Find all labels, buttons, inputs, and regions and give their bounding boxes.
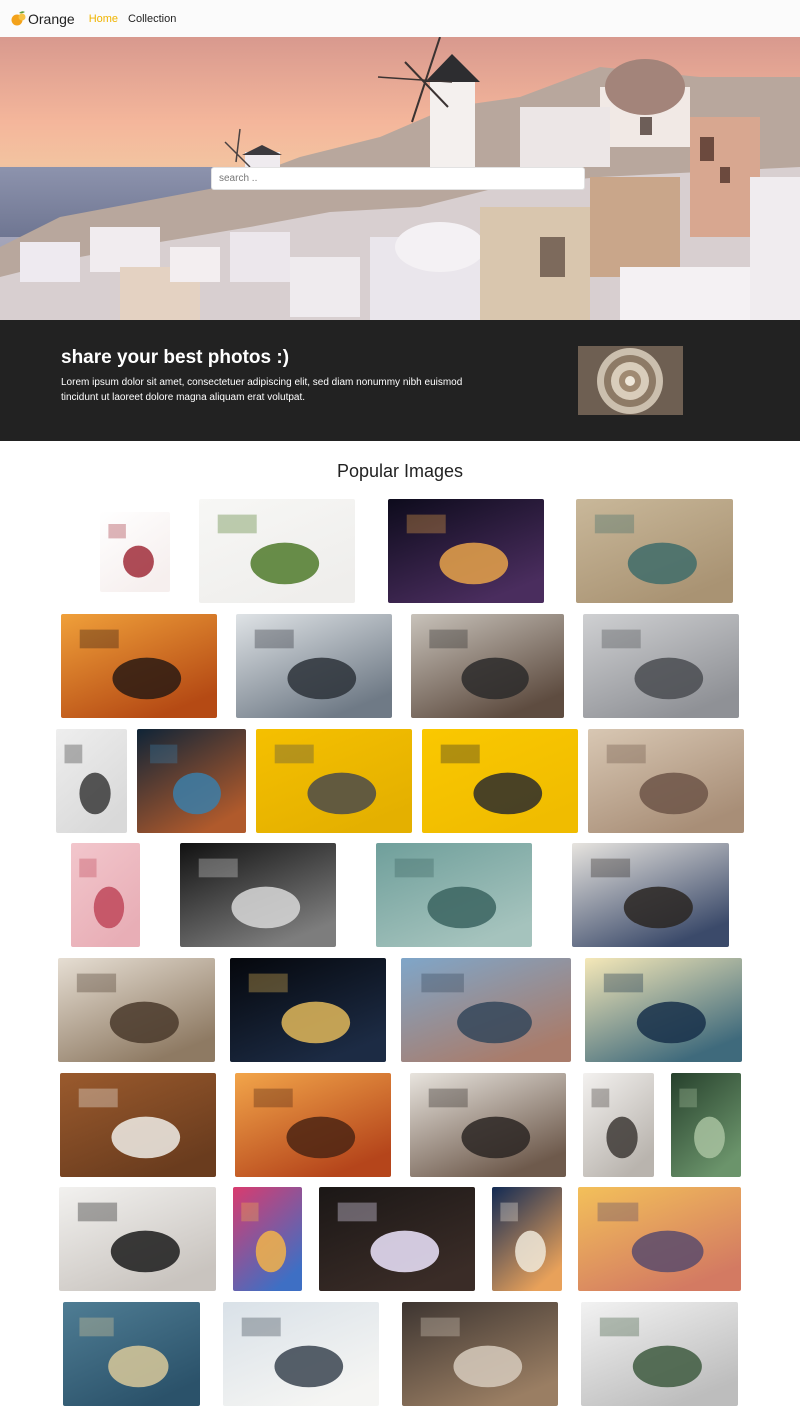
nebula-bubble-image[interactable]: [137, 729, 246, 833]
yellow-wall-walker-image[interactable]: [422, 729, 578, 833]
neon-sign-image[interactable]: [319, 1187, 475, 1291]
business-newspaper-image[interactable]: [572, 843, 729, 947]
team-fist-bump-image[interactable]: [411, 614, 564, 718]
swimmer-sparkler-image[interactable]: [63, 1302, 200, 1406]
friends-laughing-image[interactable]: [410, 1073, 566, 1177]
lighthouse-image[interactable]: [492, 1187, 562, 1291]
cactus-image[interactable]: [199, 499, 355, 603]
image-gallery: [0, 0, 800, 1415]
writing-paper-image[interactable]: [223, 1302, 379, 1406]
typewriter-desk-image[interactable]: [576, 499, 733, 603]
canyon-river-image[interactable]: [585, 958, 742, 1062]
heart-hands-sunset-image[interactable]: [61, 614, 217, 718]
office-window-image[interactable]: [583, 1073, 654, 1177]
book-pages-wall-image[interactable]: [588, 729, 744, 833]
pencils-yellow-image[interactable]: [256, 729, 412, 833]
laptop-meeting-image[interactable]: [236, 614, 392, 718]
milky-way-image[interactable]: [388, 499, 544, 603]
laptop-plant-table-image[interactable]: [581, 1302, 738, 1406]
sunset-mountains-image[interactable]: [578, 1187, 741, 1291]
imac-desk-image[interactable]: [59, 1187, 216, 1291]
city-skyline-image[interactable]: [401, 958, 571, 1062]
white-typewriter-image[interactable]: [56, 729, 127, 833]
handshake-desk-image[interactable]: [402, 1302, 558, 1406]
mountain-sunrise-image[interactable]: [235, 1073, 391, 1177]
green-succulents-image[interactable]: [671, 1073, 741, 1177]
conference-room-image[interactable]: [58, 958, 215, 1062]
earth-night-image[interactable]: [230, 958, 386, 1062]
passion-led-us-here-image[interactable]: [583, 614, 739, 718]
pink-paper-lips-image[interactable]: [71, 843, 140, 947]
desk-coffee-image[interactable]: [60, 1073, 216, 1177]
architecture-curves-image[interactable]: [180, 843, 336, 947]
neon-corridor-image[interactable]: [233, 1187, 302, 1291]
flower-bouquet-image[interactable]: [100, 512, 170, 592]
succulent-image[interactable]: [376, 843, 532, 947]
